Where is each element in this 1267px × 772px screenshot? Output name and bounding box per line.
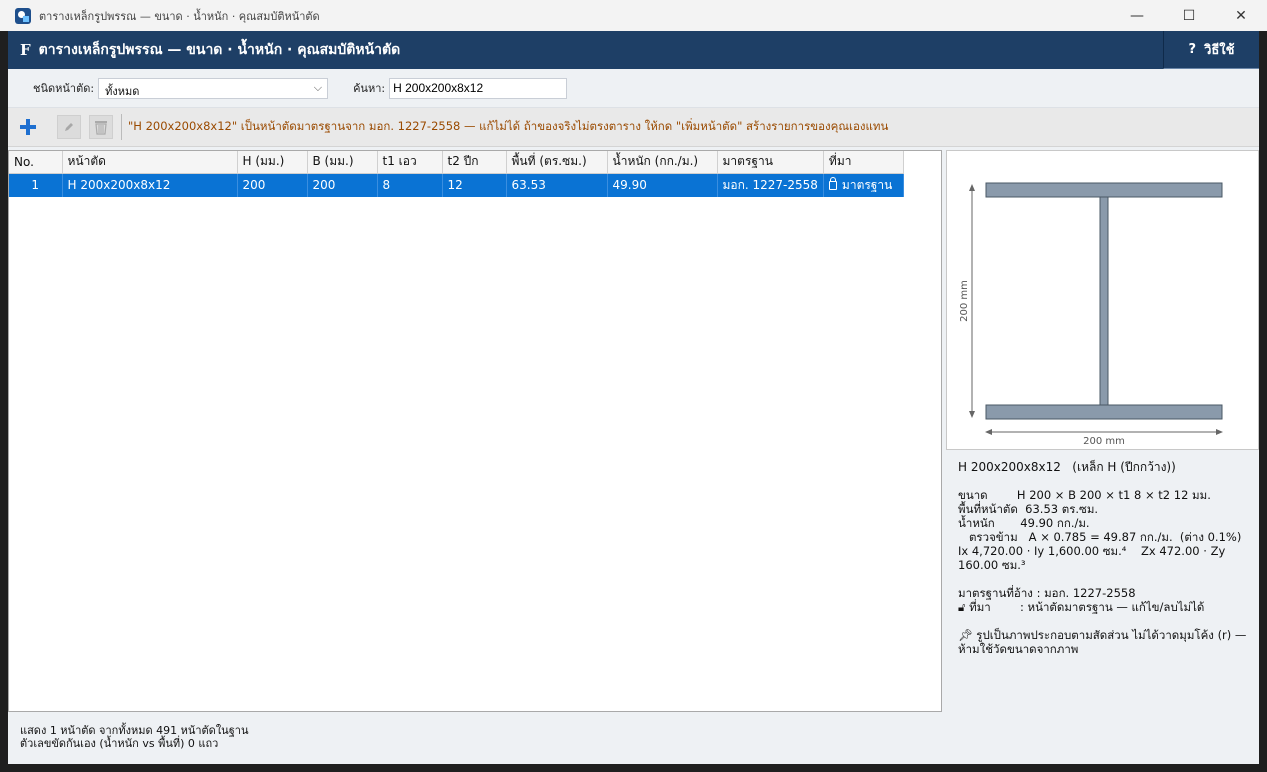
details-note-2: ห้ามใช้วัดขนาดจากภาพ xyxy=(958,642,1079,656)
help-icon: ? xyxy=(1188,42,1197,57)
close-button[interactable]: ✕ xyxy=(1215,0,1267,31)
cell-source-text: มาตรฐาน xyxy=(841,177,893,192)
column-header-t1[interactable]: t1 เอว xyxy=(377,151,443,174)
app-header: F ตารางเหล็กรูปพรรณ — ขนาด · น้ำหนัก · ค… xyxy=(8,31,1259,69)
app-window: F ตารางเหล็กรูปพรรณ — ขนาด · น้ำหนัก · ค… xyxy=(8,31,1259,764)
details-check: ตรวจข้าม A × 0.785 = 49.87 กก./ม. (ต่าง … xyxy=(958,530,1242,544)
column-header-area[interactable]: พื้นที่ (ตร.ซม.) xyxy=(506,151,608,174)
add-section-button[interactable] xyxy=(14,113,42,141)
cell-t2: 12 xyxy=(442,173,507,197)
cell-area: 63.53 xyxy=(506,173,608,197)
details-weight: น้ำหนัก 49.90 กก./ม. xyxy=(958,516,1090,530)
column-header-weight[interactable]: น้ำหนัก (กก./ม.) xyxy=(607,151,718,174)
width-dimension-label: 200 mm xyxy=(1083,436,1125,447)
arrow-left-icon xyxy=(985,429,992,435)
column-header-source[interactable]: ที่มา xyxy=(823,151,904,174)
column-header-no[interactable]: No. xyxy=(9,151,63,174)
details-inertia: Ix 4,720.00 · Iy 1,600.00 ซม.⁴ Zx 472.00… xyxy=(958,544,1226,558)
section-type-value: ทั้งหมด xyxy=(105,84,140,98)
help-label: วิธีใช้ xyxy=(1204,43,1235,58)
lock-icon: 🔓︎ xyxy=(958,600,970,614)
section-details: H 200x200x8x12 (เหล็ก H (ปีกกว้าง)) ขนาด… xyxy=(946,456,1259,660)
details-source-text: ที่มา : หน้าตัดมาตรฐาน — แก้ไข/ลบไม่ได้ xyxy=(969,600,1205,614)
arrow-right-icon xyxy=(1216,429,1223,435)
details-size: ขนาด H 200 × B 200 × t1 8 × t2 12 มม. xyxy=(958,488,1211,502)
search-label: ค้นหา: xyxy=(353,82,386,95)
cell-section: H 200x200x8x12 xyxy=(62,173,238,197)
column-header-standard[interactable]: มาตรฐาน xyxy=(717,151,824,174)
toolbar-note: "H 200x200x8x12" เป็นหน้าตัดมาตรฐานจาก ม… xyxy=(128,119,889,133)
section-drawing: 200 mm 200 mm xyxy=(946,150,1259,450)
column-header-b[interactable]: B (มม.) xyxy=(307,151,378,174)
arrow-up-icon xyxy=(969,184,975,191)
details-area: พื้นที่หน้าตัด 63.53 ตร.ซม. xyxy=(958,502,1099,516)
table-row[interactable]: 1 H 200x200x8x12 200 200 8 12 63.53 49.9… xyxy=(9,173,904,197)
app-icon xyxy=(15,7,31,24)
app-logo: F xyxy=(20,41,31,59)
chevron-down-icon: ⌵ xyxy=(313,80,323,94)
i-beam-drawing: 200 mm 200 mm xyxy=(959,182,1223,447)
cell-weight: 49.90 xyxy=(607,173,718,197)
window-title: ตารางเหล็กรูปพรรณ — ขนาด · น้ำหนัก · คุณ… xyxy=(39,9,320,23)
filter-bar: ชนิดหน้าตัด: ทั้งหมด ⌵ ค้นหา: xyxy=(8,69,1259,107)
details-inertia-2: 160.00 ซม.³ xyxy=(958,558,1026,572)
status-bar: แสดง 1 หน้าตัด จากทั้งหมด 491 หน้าตัดในฐ… xyxy=(8,712,1259,764)
cell-b: 200 xyxy=(307,173,378,197)
height-dimension-label: 200 mm xyxy=(959,280,970,322)
window-controls: — ☐ ✕ xyxy=(1111,0,1267,31)
details-standard: มาตรฐานที่อ้าง : มอก. 1227-2558 xyxy=(958,586,1136,600)
app-title: ตารางเหล็กรูปพรรณ — ขนาด · น้ำหนัก · คุณ… xyxy=(38,42,401,58)
minimize-button[interactable]: — xyxy=(1111,0,1163,31)
search-input[interactable] xyxy=(389,77,568,99)
toolbar-divider xyxy=(121,114,122,140)
pin-icon: 📌︎ xyxy=(958,628,977,642)
help-button[interactable]: ? วิธีใช้ xyxy=(1163,31,1259,69)
lock-icon xyxy=(828,176,837,190)
toolbar: "H 200x200x8x12" เป็นหน้าตัดมาตรฐานจาก ม… xyxy=(8,107,1259,147)
cell-t1: 8 xyxy=(377,173,443,197)
details-note-text-1: รูปเป็นภาพประกอบตามสัดส่วน ไม่ได้วาดมุมโ… xyxy=(976,628,1247,642)
edit-section-button[interactable] xyxy=(57,115,81,139)
window-titlebar: ตารางเหล็กรูปพรรณ — ขนาด · น้ำหนัก · คุณ… xyxy=(0,0,1267,31)
status-count: แสดง 1 หน้าตัด จากทั้งหมด 491 หน้าตัดในฐ… xyxy=(20,724,249,737)
details-source: 🔓︎ ที่มา : หน้าตัดมาตรฐาน — แก้ไข/ลบไม่ไ… xyxy=(958,600,1247,614)
column-header-section[interactable]: หน้าตัด xyxy=(62,151,238,174)
top-flange xyxy=(985,182,1223,198)
cell-h: 200 xyxy=(237,173,308,197)
trash-icon xyxy=(95,121,107,135)
details-note: 📌︎ รูปเป็นภาพประกอบตามสัดส่วน ไม่ได้วาดม… xyxy=(958,628,1247,642)
delete-section-button[interactable] xyxy=(89,115,113,139)
sections-table[interactable]: No. หน้าตัด H (มม.) B (มม.) t1 เอว t2 ปี… xyxy=(8,150,942,712)
column-header-h[interactable]: H (มม.) xyxy=(237,151,308,174)
plus-icon xyxy=(20,119,36,135)
details-name: H 200x200x8x12 (เหล็ก H (ปีกกว้าง)) xyxy=(958,460,1176,474)
cell-source: มาตรฐาน xyxy=(823,173,904,197)
arrow-down-icon xyxy=(969,411,975,418)
section-type-label: ชนิดหน้าตัด: xyxy=(33,82,95,95)
pencil-icon xyxy=(65,123,73,131)
cell-standard: มอก. 1227-2558 xyxy=(717,173,824,197)
bottom-flange xyxy=(985,404,1223,420)
status-conflicts: ตัวเลขขัดกันเอง (น้ำหนัก vs พื้นที่) 0 แ… xyxy=(20,737,219,750)
section-type-select[interactable]: ทั้งหมด ⌵ xyxy=(98,77,329,99)
cell-no: 1 xyxy=(9,173,63,197)
maximize-button[interactable]: ☐ xyxy=(1163,0,1215,31)
column-header-t2[interactable]: t2 ปีก xyxy=(442,151,507,174)
table-header-row: No. หน้าตัด H (มม.) B (มม.) t1 เอว t2 ปี… xyxy=(9,151,904,174)
web xyxy=(1099,196,1109,406)
